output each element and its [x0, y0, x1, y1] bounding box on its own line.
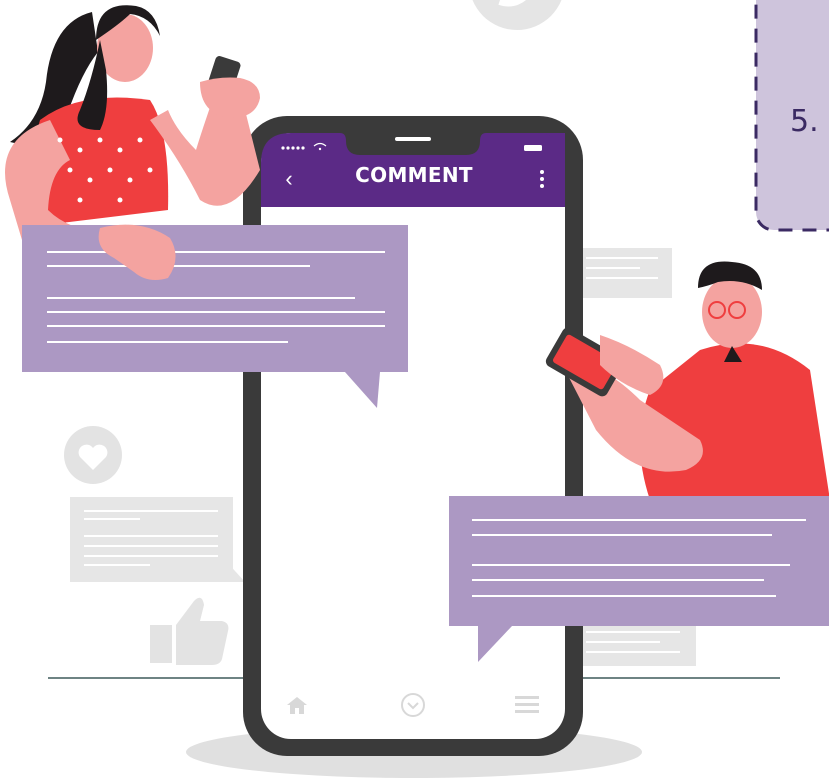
- more-options-button[interactable]: [534, 168, 550, 194]
- thumbs-up-icon: [150, 597, 229, 665]
- nav-home-button[interactable]: [282, 690, 312, 720]
- nav-menu-button[interactable]: [512, 690, 542, 720]
- nav-center-button[interactable]: [398, 690, 428, 720]
- heart-icon: [64, 426, 122, 484]
- phone: [243, 116, 583, 756]
- illustration-scene: [5, 0, 829, 778]
- gray-bubble-left: [70, 497, 245, 582]
- hamburger-icon: [515, 696, 539, 713]
- gray-bubble-right-bottom: [574, 620, 696, 666]
- gray-bubble-right-top: [574, 248, 672, 298]
- chevron-circle-icon: [401, 693, 425, 717]
- step-number: 5.: [790, 104, 819, 139]
- home-icon: [287, 697, 307, 714]
- vertical-dots-icon: [534, 170, 550, 188]
- page-title: COMMENT: [355, 163, 473, 187]
